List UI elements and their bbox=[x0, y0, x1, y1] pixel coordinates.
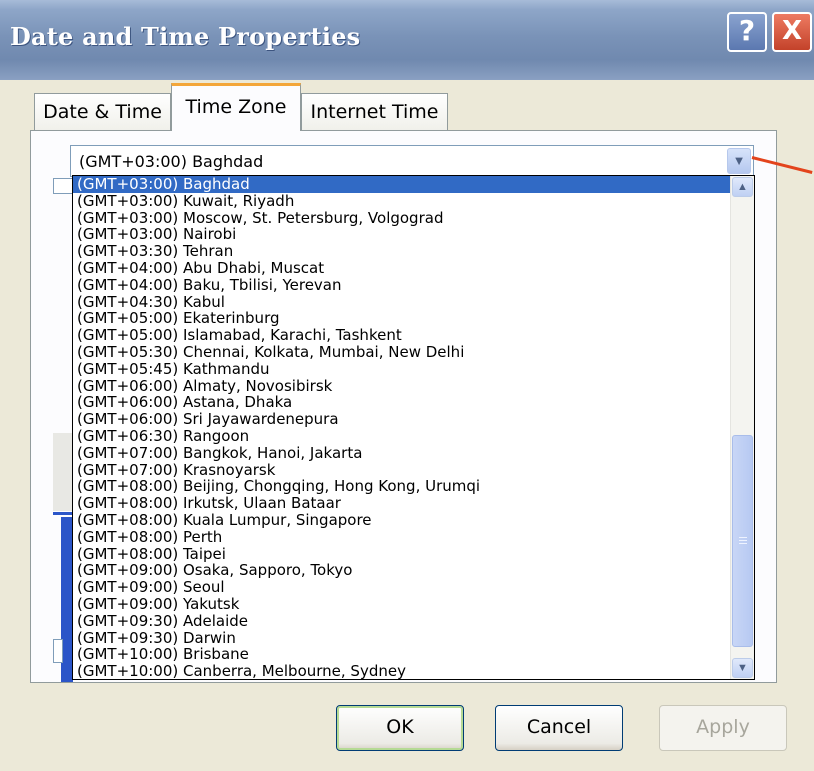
time-zone-option[interactable]: (GMT+04:00) Abu Dhabi, Muscat bbox=[73, 260, 730, 277]
grip-line bbox=[739, 543, 747, 544]
time-zone-option[interactable]: (GMT+08:00) Perth bbox=[73, 529, 730, 546]
title-bar[interactable]: Date and Time Properties ? X bbox=[0, 0, 814, 80]
apply-button[interactable]: Apply bbox=[659, 705, 787, 751]
grip-line bbox=[739, 540, 747, 541]
dropdown-scrollbar[interactable]: ▲ ▼ bbox=[730, 176, 754, 679]
time-zone-option[interactable]: (GMT+04:00) Baku, Tbilisi, Yerevan bbox=[73, 277, 730, 294]
time-zone-option[interactable]: (GMT+03:00) Kuwait, Riyadh bbox=[73, 193, 730, 210]
time-zone-option[interactable]: (GMT+03:00) Baghdad bbox=[73, 176, 730, 193]
time-zone-option[interactable]: (GMT+06:00) Astana, Dhaka bbox=[73, 394, 730, 411]
time-zone-option[interactable]: (GMT+05:00) Ekaterinburg bbox=[73, 310, 730, 327]
scroll-down-icon[interactable]: ▼ bbox=[732, 658, 753, 678]
time-zone-select-value: (GMT+03:00) Baghdad bbox=[79, 152, 264, 171]
time-zone-option[interactable]: (GMT+05:30) Chennai, Kolkata, Mumbai, Ne… bbox=[73, 344, 730, 361]
time-zone-option[interactable]: (GMT+06:00) Almaty, Novosibirsk bbox=[73, 378, 730, 395]
grip-line bbox=[739, 537, 747, 538]
window-title: Date and Time Properties bbox=[10, 22, 361, 51]
time-zone-option[interactable]: (GMT+03:00) Moscow, St. Petersburg, Volg… bbox=[73, 210, 730, 227]
background-map-edge bbox=[53, 433, 73, 511]
scroll-up-icon[interactable]: ▲ bbox=[732, 177, 753, 197]
time-zone-options: (GMT+03:00) Baghdad (GMT+03:00) Kuwait, R… bbox=[73, 176, 730, 679]
time-zone-option[interactable]: (GMT+09:00) Osaka, Sapporo, Tokyo bbox=[73, 562, 730, 579]
scroll-thumb[interactable] bbox=[732, 435, 753, 647]
tab-internet-time[interactable]: Internet Time bbox=[301, 93, 448, 131]
time-zone-option[interactable]: (GMT+09:30) Adelaide bbox=[73, 613, 730, 630]
date-time-properties-dialog: Date and Time Properties ? X Date & Time… bbox=[0, 0, 814, 771]
ok-button[interactable]: OK bbox=[336, 705, 464, 751]
time-zone-option[interactable]: (GMT+05:00) Islamabad, Karachi, Tashkent bbox=[73, 327, 730, 344]
time-zone-option[interactable]: (GMT+03:00) Nairobi bbox=[73, 226, 730, 243]
time-zone-option[interactable]: (GMT+08:00) Taipei bbox=[73, 546, 730, 563]
time-zone-option[interactable]: (GMT+08:00) Beijing, Chongqing, Hong Kon… bbox=[73, 478, 730, 495]
time-zone-option[interactable]: (GMT+08:00) Irkutsk, Ulaan Bataar bbox=[73, 495, 730, 512]
time-zone-option[interactable]: (GMT+10:00) Brisbane bbox=[73, 646, 730, 663]
time-zone-option[interactable]: (GMT+09:00) Seoul bbox=[73, 579, 730, 596]
time-zone-option[interactable]: (GMT+10:00) Canberra, Melbourne, Sydney bbox=[73, 663, 730, 679]
time-zone-dropdown-list[interactable]: (GMT+03:00) Baghdad (GMT+03:00) Kuwait, R… bbox=[72, 175, 755, 680]
time-zone-option[interactable]: (GMT+05:45) Kathmandu bbox=[73, 361, 730, 378]
cancel-button[interactable]: Cancel bbox=[495, 705, 623, 751]
time-zone-option[interactable]: (GMT+07:00) Bangkok, Hanoi, Jakarta bbox=[73, 445, 730, 462]
time-zone-select[interactable]: (GMT+03:00) Baghdad ▼ bbox=[70, 145, 754, 177]
background-map-edge bbox=[53, 512, 73, 515]
daylight-saving-checkbox[interactable] bbox=[53, 639, 63, 663]
tab-date-time[interactable]: Date & Time bbox=[34, 93, 171, 131]
time-zone-option[interactable]: (GMT+09:00) Yakutsk bbox=[73, 596, 730, 613]
time-zone-option[interactable]: (GMT+04:30) Kabul bbox=[73, 294, 730, 311]
tab-time-zone[interactable]: Time Zone bbox=[171, 83, 301, 131]
time-zone-option[interactable]: (GMT+07:00) Krasnoyarsk bbox=[73, 462, 730, 479]
help-button[interactable]: ? bbox=[727, 12, 767, 52]
time-zone-option[interactable]: (GMT+06:00) Sri Jayawardenepura bbox=[73, 411, 730, 428]
time-zone-option[interactable]: (GMT+09:30) Darwin bbox=[73, 630, 730, 647]
chevron-down-icon[interactable]: ▼ bbox=[727, 148, 751, 174]
time-zone-option[interactable]: (GMT+08:00) Kuala Lumpur, Singapore bbox=[73, 512, 730, 529]
time-zone-option[interactable]: (GMT+06:30) Rangoon bbox=[73, 428, 730, 445]
time-zone-option[interactable]: (GMT+03:30) Tehran bbox=[73, 243, 730, 260]
close-button[interactable]: X bbox=[772, 12, 812, 52]
